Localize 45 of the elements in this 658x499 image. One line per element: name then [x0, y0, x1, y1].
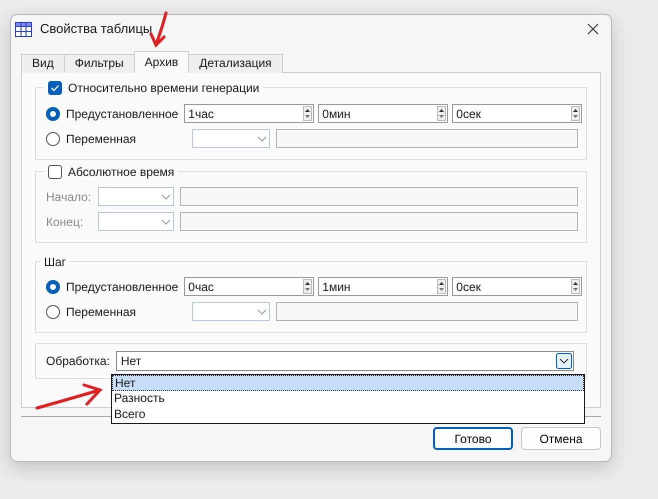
tab[interactable]: Архив — [134, 51, 190, 73]
dropdown-option[interactable]: Нет — [112, 375, 584, 391]
option-label: Предустановленное — [66, 106, 178, 122]
spin-field[interactable]: 1мин — [318, 277, 448, 296]
spin-field[interactable]: 1час — [184, 104, 314, 123]
radio-button[interactable] — [46, 304, 60, 318]
table-icon — [15, 22, 32, 36]
spin-field[interactable]: 0мин — [318, 104, 448, 123]
close-icon[interactable] — [587, 23, 599, 35]
window-title: Свойства таблицы — [40, 20, 152, 38]
text-field[interactable] — [180, 187, 578, 206]
spin-field[interactable]: 0час — [184, 277, 314, 296]
spin-arrows-icon[interactable] — [571, 106, 580, 121]
dialog-button[interactable]: Отмена — [521, 427, 601, 450]
option-label: Переменная — [66, 304, 137, 320]
text-field[interactable] — [276, 302, 578, 321]
option-label: Предустановленное — [66, 278, 178, 296]
tab[interactable]: Вид — [21, 54, 65, 73]
field-label: Обработка: — [46, 353, 110, 370]
tab[interactable]: Детализация — [188, 54, 283, 73]
spin-arrows-icon[interactable] — [303, 279, 312, 294]
text-field[interactable] — [180, 212, 578, 231]
checkbox-label: Абсолютное время — [68, 164, 174, 181]
spin-arrows-icon[interactable] — [437, 106, 446, 121]
text-field[interactable] — [276, 129, 578, 148]
spin-arrows-icon[interactable] — [303, 106, 312, 121]
checkbox[interactable] — [48, 165, 62, 179]
radio-button[interactable] — [46, 106, 60, 120]
tab[interactable]: Фильтры — [64, 54, 135, 73]
radio-button[interactable] — [46, 280, 60, 294]
field-label: Начало: — [46, 188, 92, 206]
spin-arrows-icon[interactable] — [571, 279, 580, 294]
dialog-button[interactable]: Готово — [433, 427, 513, 450]
radio-button[interactable] — [46, 132, 60, 146]
dropdown-option[interactable]: Разность — [112, 391, 584, 407]
checkbox-label: Относительно времени генерации — [68, 80, 260, 97]
spin-field[interactable]: 0сек — [452, 104, 582, 123]
field-label: Конец: — [46, 214, 84, 230]
spin-arrows-icon[interactable] — [437, 279, 446, 294]
chevron-down-icon[interactable] — [556, 353, 572, 369]
option-label: Переменная — [66, 130, 137, 148]
dropdown-field[interactable]: Нет — [116, 351, 574, 371]
spin-field[interactable]: 0сек — [452, 277, 582, 296]
group-title: Шаг — [44, 254, 66, 271]
dropdown-option[interactable]: Всего — [112, 407, 584, 423]
